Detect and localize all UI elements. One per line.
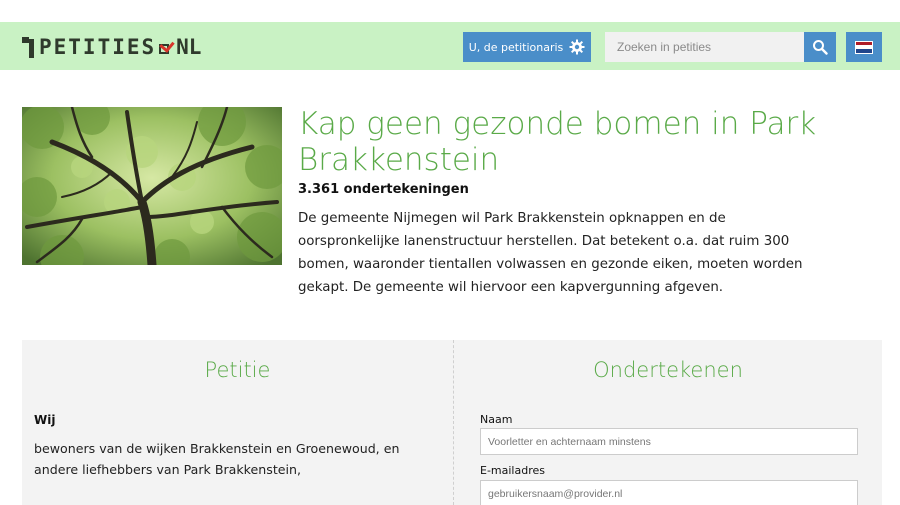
petition-panels: Petitie Wij bewoners van de wijken Brakk… — [22, 340, 882, 505]
tree-photo — [22, 107, 282, 265]
search-input[interactable] — [605, 32, 804, 62]
logo-figure-icon — [22, 35, 36, 59]
signature-count: 3.361 ondertekeningen — [298, 182, 469, 197]
sign-heading: Ondertekenen — [593, 358, 743, 382]
site-logo[interactable]: PETITIES NL — [22, 32, 201, 62]
search-button[interactable] — [804, 32, 836, 62]
search-icon — [813, 40, 828, 55]
petition-description: De gemeente Nijmegen wil Park Brakkenste… — [298, 211, 803, 295]
checkbox-logo-icon — [158, 37, 175, 55]
petition-wij: Wij — [34, 413, 56, 427]
petition-title: Kap geen gezonde bomen in Park Brakkenst… — [298, 106, 817, 178]
dutch-flag-icon — [855, 40, 873, 54]
email-label: E-mailadres — [480, 464, 545, 477]
name-label: Naam — [480, 413, 513, 426]
email-field[interactable] — [480, 480, 858, 505]
petitioner-account-button[interactable]: U, de petitionaris — [463, 32, 591, 62]
petition-image — [22, 107, 282, 265]
site-header: PETITIES NL U, de petitionaris — [0, 22, 900, 70]
petition-heading: Petitie — [204, 358, 271, 382]
name-field[interactable] — [480, 428, 858, 455]
logo-suffix: NL — [176, 35, 202, 59]
petition-text: bewoners van de wijken Brakkenstein en G… — [34, 441, 400, 477]
petitioner-button-label: U, de petitionaris — [468, 40, 564, 54]
gear-icon — [569, 39, 585, 55]
language-button[interactable] — [846, 32, 882, 62]
logo-text: PETITIES — [39, 35, 157, 59]
